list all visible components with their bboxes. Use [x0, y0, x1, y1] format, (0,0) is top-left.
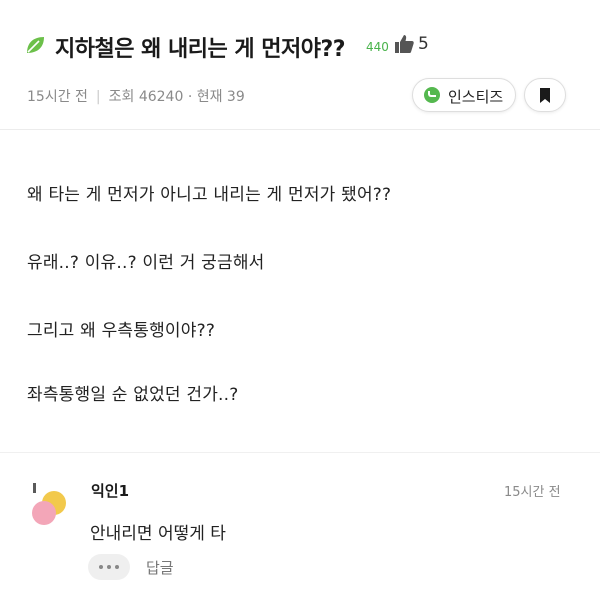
leaf-icon: [27, 37, 44, 53]
view-count-badge: 440: [366, 40, 389, 54]
instiz-button[interactable]: 인스티즈: [412, 78, 516, 112]
post-body-line: 좌측통행일 순 없었던 건가..?: [27, 385, 239, 405]
post-body-line: 유래..? 이유..? 이런 거 궁금해서: [27, 253, 265, 273]
bookmark-button[interactable]: [524, 78, 566, 112]
comment-divider: [0, 452, 600, 453]
more-dot: [115, 565, 119, 569]
instiz-logo-icon: [424, 87, 440, 103]
header-divider: [0, 129, 600, 130]
post-body-line: 왜 타는 게 먼저가 아니고 내리는 게 먼저가 됐어??: [27, 185, 392, 205]
post-header: 지하철은 왜 내리는 게 먼저야?? 440 5 15시간 전 | 조회 46240…: [0, 0, 600, 130]
more-dot: [107, 565, 111, 569]
more-dot: [99, 565, 103, 569]
like-count: 5: [418, 34, 429, 54]
post-title: 지하철은 왜 내리는 게 먼저야??: [55, 37, 346, 62]
avatar: [32, 483, 66, 525]
comment-time: 15시간 전: [504, 485, 561, 500]
reply-button[interactable]: 답글: [146, 557, 174, 578]
thumbs-up-icon[interactable]: [393, 33, 415, 55]
post-body-line: 그리고 왜 우측통행이야??: [27, 321, 216, 341]
meta-separator: |: [95, 89, 101, 105]
post-time: 15시간 전: [27, 89, 88, 105]
comment-text: 안내리면 어떻게 타: [90, 524, 226, 544]
comment-author: 익인1: [91, 482, 130, 500]
bookmark-icon: [540, 88, 550, 103]
post-views: 조회 46240 · 현재 39: [108, 89, 245, 105]
instiz-button-label: 인스티즈: [448, 88, 504, 106]
post-meta: 15시간 전 | 조회 46240 · 현재 39: [27, 86, 245, 106]
more-icon[interactable]: [88, 554, 130, 580]
